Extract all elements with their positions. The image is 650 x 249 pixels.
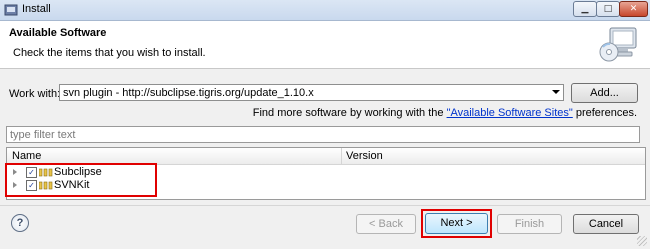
filter-input[interactable] bbox=[7, 127, 633, 143]
chevron-down-icon[interactable] bbox=[552, 90, 560, 94]
work-with-value: svn plugin - http://subclipse.tigris.org… bbox=[63, 87, 314, 99]
more-software-text: Find more software by working with the "… bbox=[0, 107, 637, 119]
filter-field[interactable] bbox=[6, 126, 640, 143]
highlight-box-items bbox=[5, 163, 157, 197]
finish-button[interactable]: Finish bbox=[497, 214, 562, 234]
column-header-version[interactable]: Version bbox=[346, 150, 383, 162]
page-title: Available Software bbox=[9, 27, 107, 39]
work-with-combo[interactable]: svn plugin - http://subclipse.tigris.org… bbox=[59, 84, 564, 101]
header-banner: Available Software Check the items that … bbox=[0, 21, 650, 69]
cancel-button[interactable]: Cancel bbox=[573, 214, 639, 234]
close-button[interactable]: ✕ bbox=[619, 1, 648, 17]
help-icon[interactable]: ? bbox=[11, 214, 29, 232]
column-separator[interactable] bbox=[341, 148, 342, 164]
back-button[interactable]: < Back bbox=[356, 214, 416, 234]
minimize-button[interactable]: ▁ bbox=[573, 1, 597, 17]
maximize-button[interactable]: □ bbox=[596, 1, 620, 17]
window-title: Install bbox=[22, 3, 51, 15]
page-description: Check the items that you wish to install… bbox=[13, 47, 206, 59]
column-header-name[interactable]: Name bbox=[12, 150, 41, 162]
more-software-suffix: preferences. bbox=[572, 107, 637, 119]
available-software-sites-link[interactable]: "Available Software Sites" bbox=[447, 107, 573, 119]
install-icon bbox=[4, 4, 18, 16]
highlight-box-next bbox=[421, 209, 492, 238]
cd-computer-icon bbox=[599, 27, 637, 62]
title-bar[interactable]: Install ▁ □ ✕ bbox=[0, 0, 650, 21]
resize-grip[interactable] bbox=[637, 236, 647, 246]
more-software-prefix: Find more software by working with the bbox=[252, 107, 447, 119]
footer-divider bbox=[0, 205, 650, 206]
work-with-label: Work with: bbox=[9, 88, 61, 100]
add-button[interactable]: Add... bbox=[571, 83, 638, 103]
